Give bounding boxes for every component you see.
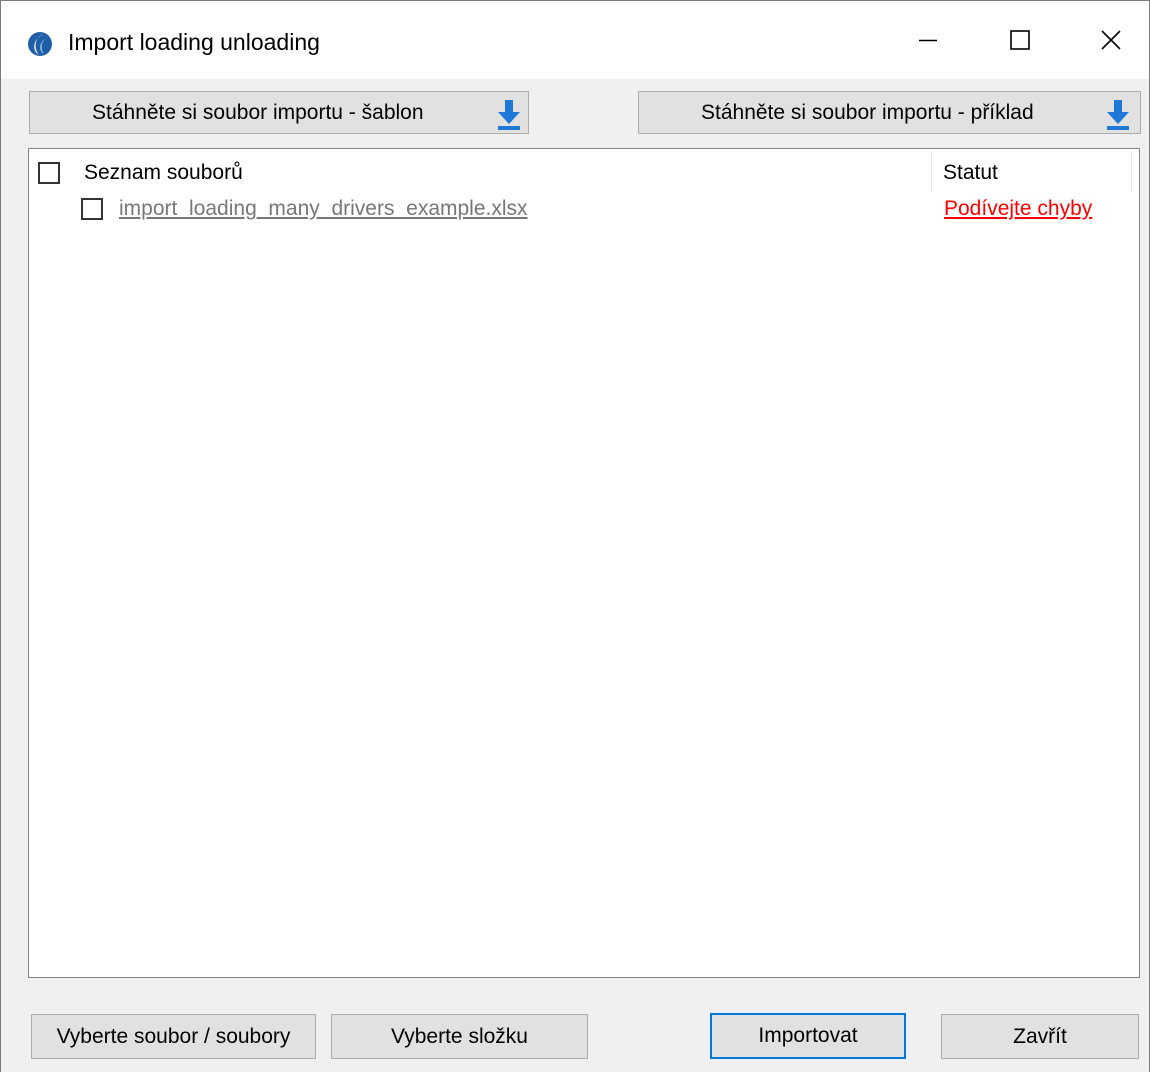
select-files-button[interactable]: Vyberte soubor / soubory	[31, 1014, 316, 1059]
select-all-checkbox[interactable]	[38, 162, 60, 184]
import-button[interactable]: Importovat	[710, 1013, 906, 1059]
column-separator[interactable]	[1131, 153, 1132, 191]
title-bar: Import loading unloading	[1, 1, 1149, 79]
minimize-button[interactable]	[882, 1, 974, 79]
import-label: Importovat	[758, 1024, 858, 1047]
select-folder-button[interactable]: Vyberte složku	[331, 1014, 588, 1059]
close-icon	[1101, 30, 1121, 50]
download-icon	[498, 100, 520, 130]
header-files: Seznam souborů	[84, 161, 243, 184]
status-errors-link[interactable]: Podívejte chyby	[944, 197, 1092, 221]
minimize-icon	[919, 39, 937, 42]
select-folder-label: Vyberte složku	[391, 1024, 528, 1048]
maximize-icon	[1010, 30, 1030, 50]
download-example-label: Stáhněte si soubor importu - příklad	[701, 100, 1034, 124]
close-window-button[interactable]	[1065, 1, 1150, 79]
download-template-label: Stáhněte si soubor importu - šablon	[92, 100, 424, 124]
file-name-link[interactable]: import_loading_many_drivers_example.xlsx	[119, 197, 528, 221]
maximize-button[interactable]	[974, 1, 1066, 79]
file-row-checkbox[interactable]	[81, 198, 103, 220]
window-title: Import loading unloading	[68, 29, 320, 55]
file-list[interactable]: Seznam souborů Statut import_loading_man…	[28, 148, 1140, 978]
column-separator[interactable]	[931, 153, 932, 191]
download-example-button[interactable]: Stáhněte si soubor importu - příklad	[638, 91, 1141, 134]
app-logo-icon	[28, 32, 52, 56]
download-template-button[interactable]: Stáhněte si soubor importu - šablon	[29, 91, 529, 134]
header-status: Statut	[943, 161, 998, 184]
close-button[interactable]: Zavřít	[941, 1014, 1139, 1059]
select-files-label: Vyberte soubor / soubory	[56, 1024, 291, 1048]
download-icon	[1107, 100, 1129, 130]
close-label: Zavřít	[1013, 1024, 1067, 1048]
import-dialog-window: Import loading unloading Stáhněte si sou…	[0, 0, 1150, 1072]
